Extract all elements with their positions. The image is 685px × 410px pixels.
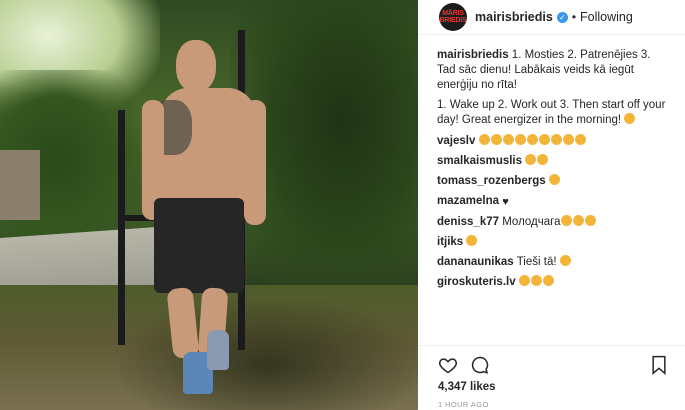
flexed-biceps-emoji-icon [518,275,530,286]
flexed-biceps-emoji-icon [562,134,574,145]
header-username[interactable]: mairisbriedis [475,10,553,24]
header-separator: • [571,10,577,24]
comment-item: giroskuteris.lv [437,275,667,290]
flexed-biceps-emoji-icon [572,215,584,226]
photo-person-shorts [154,198,244,293]
raising-hands-emoji-icon [466,235,478,246]
flexed-biceps-emoji-icon [526,134,538,145]
post-sidebar: MĀRIS BRIEDIS mairisbriedis ✓ • Followin… [418,0,685,410]
comment-text: Tieši tā! [516,256,557,268]
likes-count[interactable]: 4,347 likes [438,381,496,393]
ok-hand-emoji-icon [502,134,514,145]
translation-text: 1. Wake up 2. Work out 3. Then start off… [437,98,667,128]
heart-outline-icon[interactable] [438,355,458,375]
photo-person-shoe-right [207,330,229,370]
thumbs-up-emoji-icon [559,255,571,266]
comment-text: Молодчага [502,216,561,228]
comment-item: itjiks [437,235,667,250]
photo-person-head [176,40,216,92]
ok-hand-emoji-icon [514,134,526,145]
comment-username[interactable]: deniss_k77 [437,216,499,228]
verified-badge-icon: ✓ [556,11,568,23]
photo-person-arm-right [244,100,266,225]
comment-item: mazamelna ♥ [437,194,667,210]
caption: mairisbriedis 1. Mosties 2. Patrenējies … [437,48,667,93]
ok-hand-emoji-icon [478,134,490,145]
caption-username[interactable]: mairisbriedis [437,49,509,61]
post-timestamp: 1 HOUR AGO [438,400,489,409]
comment-username[interactable]: itjiks [437,236,463,248]
comment-username[interactable]: tomass_rozenbergs [437,175,546,187]
comment-username[interactable]: giroskuteris.lv [437,276,516,288]
flexed-biceps-emoji-icon [574,134,586,145]
heart-emoji-icon: ♥ [502,196,509,208]
comment-item: smalkaismuslis [437,154,667,169]
flexed-biceps-emoji-icon [538,134,550,145]
comment-item: vajeslv [437,134,667,149]
following-button[interactable]: Following [580,10,633,24]
clapping-hands-emoji-icon [550,134,562,145]
avatar[interactable]: MĀRIS BRIEDIS [439,3,467,31]
comment-username[interactable]: dananaunikas [437,256,514,268]
flexed-biceps-emoji-icon [624,113,636,124]
flexed-biceps-emoji-icon [537,154,549,165]
instagram-post: MĀRIS BRIEDIS mairisbriedis ✓ • Followin… [0,0,685,410]
comment-item: deniss_k77 Молодчага [437,215,667,230]
photo-shadow [120,300,418,410]
comment-username[interactable]: smalkaismuslis [437,155,522,167]
post-photo[interactable] [0,0,418,410]
flexed-biceps-emoji-icon [525,154,537,165]
post-header: MĀRIS BRIEDIS mairisbriedis ✓ • Followin… [418,0,685,35]
comment-username[interactable]: vajeslv [437,135,475,147]
ok-hand-emoji-icon [490,134,502,145]
action-icons [438,355,668,379]
comment-item: dananaunikas Tieši tā! [437,255,667,270]
comment-item: tomass_rozenbergs [437,174,667,189]
ok-hand-emoji-icon [584,215,596,226]
comment-bubble-icon[interactable] [470,355,490,375]
comment-username[interactable]: mazamelna [437,195,499,207]
flexed-biceps-emoji-icon [530,275,542,286]
photo-bar-pole-left [118,110,125,345]
flexed-biceps-emoji-icon [542,275,554,286]
thumbs-up-emoji-icon [548,174,560,185]
thumbs-up-emoji-icon [560,215,572,226]
action-bar [418,345,685,375]
avatar-text: MĀRIS BRIEDIS [439,10,467,24]
bookmark-icon[interactable] [650,355,668,375]
photo-house [0,150,40,220]
comments-list: mairisbriedis 1. Mosties 2. Patrenējies … [437,48,667,295]
